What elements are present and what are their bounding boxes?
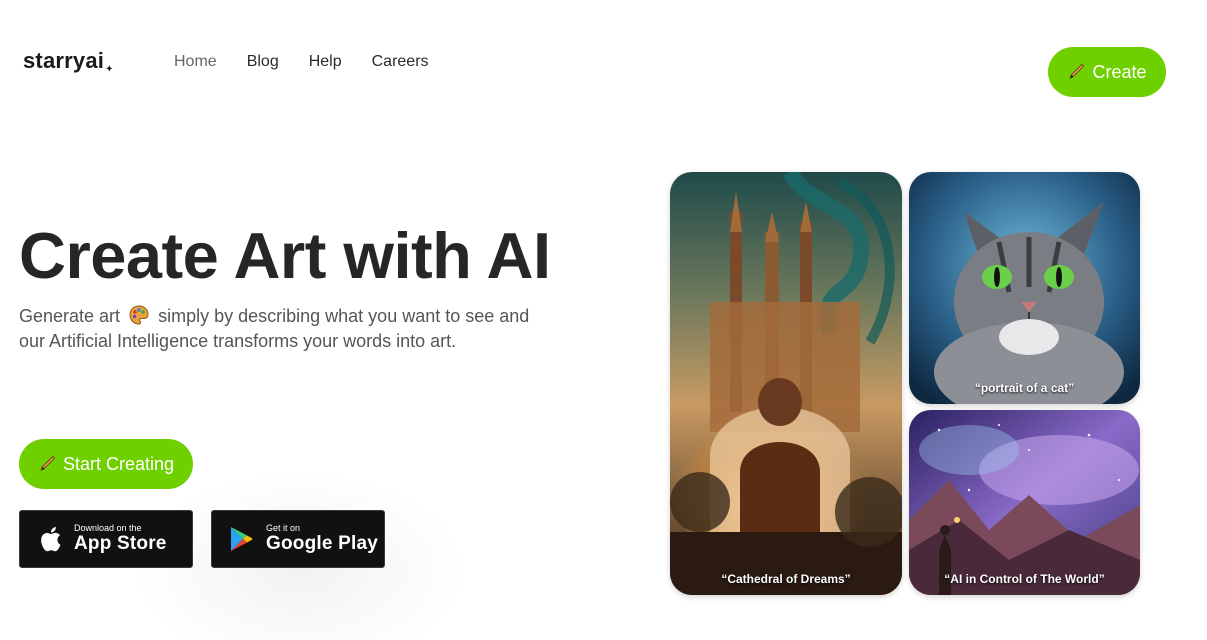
app-store-big-text: App Store	[74, 533, 167, 554]
brush-icon	[1067, 63, 1085, 81]
create-button-label: Create	[1092, 61, 1147, 82]
nav-home[interactable]: Home	[174, 53, 217, 71]
nav-blog[interactable]: Blog	[247, 53, 279, 71]
app-store-small-text: Download on the	[74, 523, 142, 533]
logo[interactable]: starryai✦	[23, 48, 114, 75]
app-store-badge[interactable]: Download on the App Store	[19, 510, 193, 568]
logo-star-icon: ✦	[105, 64, 114, 75]
nav-help[interactable]: Help	[309, 53, 342, 71]
google-play-big-text: Google Play	[266, 533, 379, 554]
logo-text: starryai	[23, 48, 105, 73]
create-button[interactable]: Create	[1048, 47, 1166, 97]
hero-subtitle: Generate art simply by describing what y…	[19, 304, 549, 354]
cathedral-caption: “Cathedral of Dreams”	[721, 572, 851, 586]
hero-subtitle-start: Generate art	[19, 306, 121, 326]
hero-title: Create Art with AI	[19, 219, 551, 292]
cathedral-image	[670, 172, 902, 595]
brush-icon	[38, 455, 56, 473]
main-nav: Home Blog Help Careers	[174, 53, 459, 71]
start-creating-label: Start Creating	[62, 453, 175, 474]
cat-image	[909, 172, 1140, 404]
palette-icon	[128, 304, 150, 326]
app-store-text: Download on the App Store	[74, 523, 167, 555]
gallery-card-cathedral[interactable]: “Cathedral of Dreams”	[670, 172, 902, 595]
space-caption: “AI in Control of The World”	[944, 572, 1105, 586]
space-image	[909, 410, 1140, 595]
google-play-small-text: Get it on	[266, 523, 301, 533]
nav-careers[interactable]: Careers	[372, 53, 429, 71]
cat-caption: “portrait of a cat”	[974, 381, 1075, 395]
start-creating-button[interactable]: Start Creating	[19, 439, 193, 489]
google-play-text: Get it on Google Play	[266, 523, 378, 555]
google-play-icon	[230, 524, 256, 554]
apple-icon	[38, 524, 64, 554]
gallery-card-cat[interactable]: “portrait of a cat”	[909, 172, 1140, 404]
gallery-card-space[interactable]: “AI in Control of The World”	[909, 410, 1140, 595]
google-play-badge[interactable]: Get it on Google Play	[211, 510, 385, 568]
